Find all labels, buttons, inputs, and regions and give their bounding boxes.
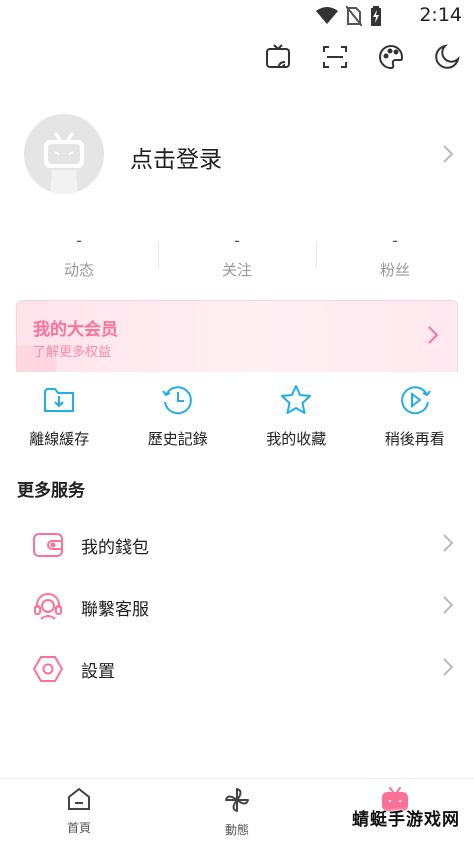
service-customer-support[interactable]: 聯繫客服: [0, 576, 474, 638]
status-icons: [316, 5, 382, 30]
avatar[interactable]: [24, 114, 104, 194]
watermark: 蜻蜓手游戏网: [352, 810, 460, 830]
user-stats: - 动态 - 关注 - 粉丝: [0, 232, 474, 280]
login-prompt[interactable]: 点击登录: [130, 140, 222, 174]
shortcut-history[interactable]: 歷史記錄: [119, 382, 238, 452]
star-icon: [278, 382, 314, 418]
stat-value: -: [234, 231, 240, 250]
chevron-right-icon: [442, 144, 454, 168]
tab-label: 首頁: [66, 821, 91, 835]
chevron-right-icon: [442, 595, 454, 619]
shortcut-watch-later[interactable]: 稍後再看: [356, 382, 474, 452]
service-label: 設置: [81, 661, 115, 682]
status-bar: 2:14: [0, 0, 474, 32]
stat-fans[interactable]: - 粉丝: [316, 232, 474, 280]
service-label: 我的錢包: [81, 537, 149, 558]
stat-following[interactable]: - 关注: [158, 232, 316, 280]
wifi-icon: [316, 7, 338, 29]
chevron-right-icon: [427, 325, 439, 349]
profile-login-row[interactable]: 点击登录: [0, 114, 474, 198]
stat-label: 动态: [63, 261, 94, 279]
shortcut-label: 離線緩存: [29, 430, 90, 448]
top-toolbar: [264, 42, 462, 72]
stat-value: -: [76, 231, 82, 250]
history-clock-icon: [160, 382, 196, 418]
services-list: 我的錢包 聯繫客服 設置: [0, 514, 474, 700]
shortcut-offline-cache[interactable]: 離線緩存: [0, 382, 119, 452]
service-wallet[interactable]: 我的錢包: [0, 514, 474, 576]
stat-label: 粉丝: [379, 261, 410, 279]
more-services-heading: 更多服务: [17, 481, 85, 501]
watch-later-icon: [397, 382, 433, 418]
night-mode-icon[interactable]: [432, 42, 462, 72]
chevron-right-icon: [442, 533, 454, 557]
shortcut-grid: 離線緩存 歷史記錄 我的收藏 稍後再看: [0, 382, 474, 452]
service-label: 聯繫客服: [81, 599, 149, 620]
battery-charging-icon: [370, 6, 382, 30]
settings-icon: [32, 653, 64, 685]
shortcut-label: 我的收藏: [266, 430, 327, 448]
vip-membership-card[interactable]: 我的大会员 了解更多权益: [16, 300, 458, 372]
status-time: 2:14: [419, 4, 462, 26]
theme-palette-icon[interactable]: [376, 42, 406, 72]
tab-home[interactable]: 首頁: [0, 779, 158, 842]
shortcut-favorites[interactable]: 我的收藏: [237, 382, 356, 452]
stat-value: -: [392, 231, 398, 250]
download-folder-icon: [41, 382, 77, 418]
pinwheel-icon: [224, 787, 250, 817]
no-sim-icon: [345, 5, 363, 30]
customer-service-icon: [32, 591, 64, 623]
cast-icon[interactable]: [264, 42, 294, 72]
shortcut-label: 歷史記錄: [147, 430, 208, 448]
home-icon: [66, 787, 92, 815]
chevron-right-icon: [442, 657, 454, 681]
wallet-icon: [32, 529, 64, 561]
service-settings[interactable]: 設置: [0, 638, 474, 700]
tab-dynamics[interactable]: 動態: [158, 779, 316, 842]
stat-dynamics[interactable]: - 动态: [0, 232, 158, 280]
vip-title: 我的大会员: [33, 320, 118, 340]
shortcut-label: 稍後再看: [384, 430, 445, 448]
vip-subtitle: 了解更多权益: [33, 345, 112, 360]
tab-label: 動態: [224, 823, 249, 837]
scan-icon[interactable]: [320, 42, 350, 72]
stat-label: 关注: [221, 261, 252, 279]
